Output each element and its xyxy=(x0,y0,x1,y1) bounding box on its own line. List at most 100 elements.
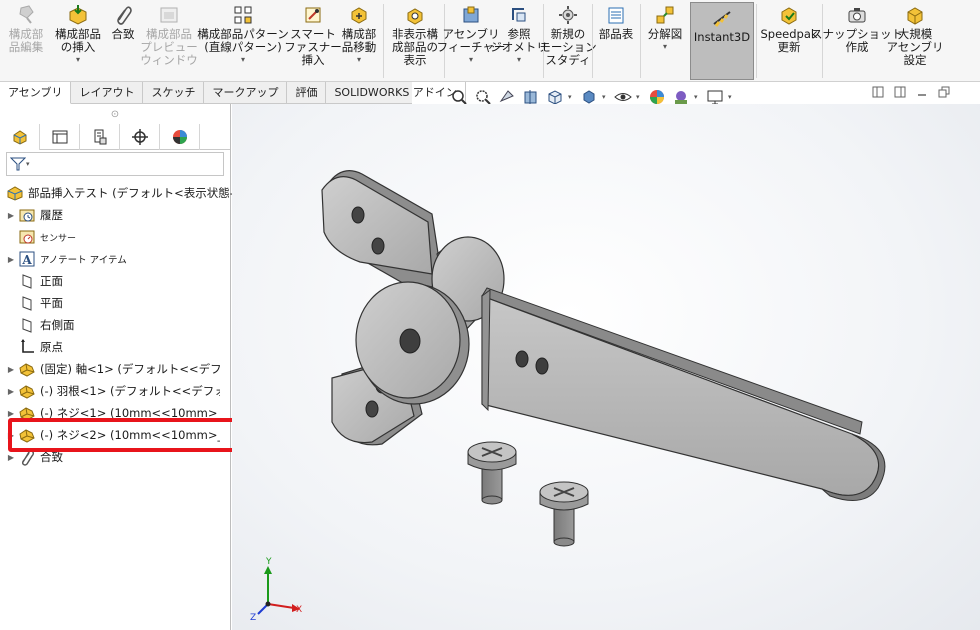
chevron-down-icon[interactable]: ▾ xyxy=(76,55,80,64)
assembly-icon xyxy=(6,184,24,202)
svg-text:A: A xyxy=(21,253,32,267)
feature-manager-icon xyxy=(13,130,26,145)
chevron-down-icon[interactable]: ▾ xyxy=(602,93,610,101)
tab-sketch[interactable]: スケッチ xyxy=(143,82,205,104)
assembly-features-button[interactable]: アセンブリ フィーチャー ▾ xyxy=(437,4,505,80)
linear-pattern-button[interactable]: 構成部品パターン (直線パターン) ▾ xyxy=(197,4,289,80)
bill-of-materials-button[interactable]: 部品表 xyxy=(594,4,638,80)
smart-fasteners-button[interactable]: スマート ファスナー 挿入 xyxy=(284,4,342,80)
expand-arrow-icon[interactable]: ▶ xyxy=(6,365,16,374)
history-folder-icon xyxy=(18,206,36,224)
exploded-view-icon xyxy=(656,6,674,24)
tree-item-right-plane[interactable]: 右側面 xyxy=(16,314,75,336)
assembly-feature-icon xyxy=(463,6,479,23)
display-manager-icon xyxy=(172,130,187,144)
command-manager-tabs: アセンブリ レイアウト スケッチ マークアップ 評価 SOLIDWORKS アド… xyxy=(0,82,466,104)
tab-evaluate[interactable]: 評価 xyxy=(287,82,327,104)
triad-y-label: Y xyxy=(265,557,272,567)
camera-icon xyxy=(848,8,866,23)
paperclip-icon xyxy=(117,6,132,25)
ribbon-separator xyxy=(756,4,757,78)
screw-1-part[interactable] xyxy=(467,441,517,505)
ribbon-separator xyxy=(592,4,593,78)
plane-icon xyxy=(18,272,36,290)
tree-filter-input[interactable]: ▾ xyxy=(6,152,224,176)
chevron-down-icon[interactable]: ▾ xyxy=(663,42,667,51)
model-canvas: Y X Z xyxy=(250,170,886,623)
snapshot-button[interactable]: スナップショット 作成 xyxy=(811,4,903,80)
minimize-icon[interactable] xyxy=(916,86,928,98)
chevron-down-icon[interactable]: ▾ xyxy=(469,55,473,64)
configuration-manager-icon xyxy=(94,129,106,145)
tab-solidworks-addins[interactable]: SOLIDWORKS アドイン xyxy=(326,82,466,104)
graphics-viewport[interactable]: Y X Z xyxy=(232,104,980,630)
tree-item-component-shaft[interactable]: ▶ (固定) 軸<1> (デフォルト<<デフォルト>_ xyxy=(6,358,220,380)
edit-component-button[interactable]: 構成部 品編集 xyxy=(4,4,48,80)
part-icon xyxy=(18,360,36,378)
preview-window-icon xyxy=(160,7,178,23)
filter-row: ▾ xyxy=(0,150,230,178)
property-manager-icon xyxy=(52,130,67,144)
chevron-down-icon[interactable]: ▾ xyxy=(241,55,245,64)
tree-item-component-blade[interactable]: ▶ (-) 羽根<1> (デフォルト<<デフォルト>_表 xyxy=(6,380,220,402)
ribbon-separator xyxy=(383,4,384,78)
arm-bar-part[interactable] xyxy=(481,287,886,501)
tab-markup[interactable]: マークアップ xyxy=(204,82,288,104)
speedpak-icon xyxy=(781,7,797,25)
plane-icon xyxy=(18,316,36,334)
large-assembly-settings-button[interactable]: 大規模 アセンブリ 設定 xyxy=(887,4,943,80)
expand-arrow-icon[interactable]: ▶ xyxy=(6,387,16,396)
tile-right-icon[interactable] xyxy=(894,86,906,98)
instant3d-button[interactable]: Instant3D xyxy=(690,2,754,80)
tree-item-origin[interactable]: 原点 xyxy=(16,336,63,358)
tab-display-manager[interactable] xyxy=(160,124,200,150)
tree-item-history[interactable]: ▶ 履歴 xyxy=(6,204,63,226)
tree-root-assembly[interactable]: 部品挿入テスト (デフォルト<表示状態-1>) xyxy=(4,182,255,204)
tree-item-sensors[interactable]: センサー xyxy=(16,226,76,248)
chevron-down-icon[interactable]: ▾ xyxy=(568,93,576,101)
tab-assembly[interactable]: アセンブリ xyxy=(0,82,72,104)
mate-button[interactable]: 合致 xyxy=(108,4,138,80)
plane-icon xyxy=(18,294,36,312)
chevron-down-icon[interactable]: ▾ xyxy=(694,93,702,101)
tree-item-annotations[interactable]: ▶ A アノテート アイテム xyxy=(6,248,127,270)
triad-z-label: Z xyxy=(250,613,256,623)
tree-item-front-plane[interactable]: 正面 xyxy=(16,270,63,292)
tree-item-top-plane[interactable]: 平面 xyxy=(16,292,63,314)
expand-arrow-icon[interactable]: ▶ xyxy=(6,453,16,462)
show-hidden-icon xyxy=(407,8,423,25)
chevron-down-icon[interactable]: ▾ xyxy=(636,93,644,101)
tab-configuration-manager[interactable] xyxy=(80,124,120,150)
exploded-view-button[interactable]: 分解図 ▾ xyxy=(642,4,688,80)
insert-component-button[interactable]: 構成部品 の挿入 ▾ xyxy=(50,4,106,80)
chevron-down-icon[interactable]: ▾ xyxy=(728,93,736,101)
restore-icon[interactable] xyxy=(938,86,950,98)
tab-dimxpert-manager[interactable] xyxy=(120,124,160,150)
blade-upper-part[interactable] xyxy=(321,170,443,295)
show-hidden-components-button[interactable]: 非表示構 成部品の 表示 xyxy=(388,4,442,80)
screw-2-part[interactable] xyxy=(539,481,589,547)
expand-arrow-icon[interactable]: ▶ xyxy=(6,211,16,220)
move-component-button[interactable]: 構成部 品移動 ▾ xyxy=(338,4,380,80)
smart-fastener-icon xyxy=(305,7,321,23)
triad-x-label: X xyxy=(296,605,302,615)
edit-component-icon xyxy=(19,5,34,24)
chevron-down-icon[interactable]: ▾ xyxy=(357,55,361,64)
panel-grip[interactable]: ⊙ xyxy=(0,104,230,124)
chevron-down-icon[interactable]: ▾ xyxy=(517,55,521,64)
reference-geometry-icon xyxy=(512,8,526,22)
tab-property-manager[interactable] xyxy=(40,124,80,150)
tab-layout[interactable]: レイアウト xyxy=(71,82,144,104)
expand-arrow-icon[interactable]: ▶ xyxy=(6,409,16,418)
new-motion-study-button[interactable]: 新規の モーション スタディ xyxy=(539,4,597,80)
tile-left-icon[interactable] xyxy=(872,86,884,98)
bom-icon xyxy=(608,7,624,24)
tab-feature-manager[interactable] xyxy=(0,124,40,150)
panel-tabs xyxy=(0,124,230,150)
reference-geometry-button[interactable]: 参照 ジオメトリ ▾ xyxy=(490,4,548,80)
selection-highlight-box xyxy=(8,418,246,452)
expand-arrow-icon[interactable]: ▶ xyxy=(6,255,16,264)
part-icon xyxy=(18,382,36,400)
component-preview-button[interactable]: 構成部品 プレビュー ウィンドウ xyxy=(140,4,198,80)
chevron-down-icon[interactable]: ▾ xyxy=(26,160,30,168)
